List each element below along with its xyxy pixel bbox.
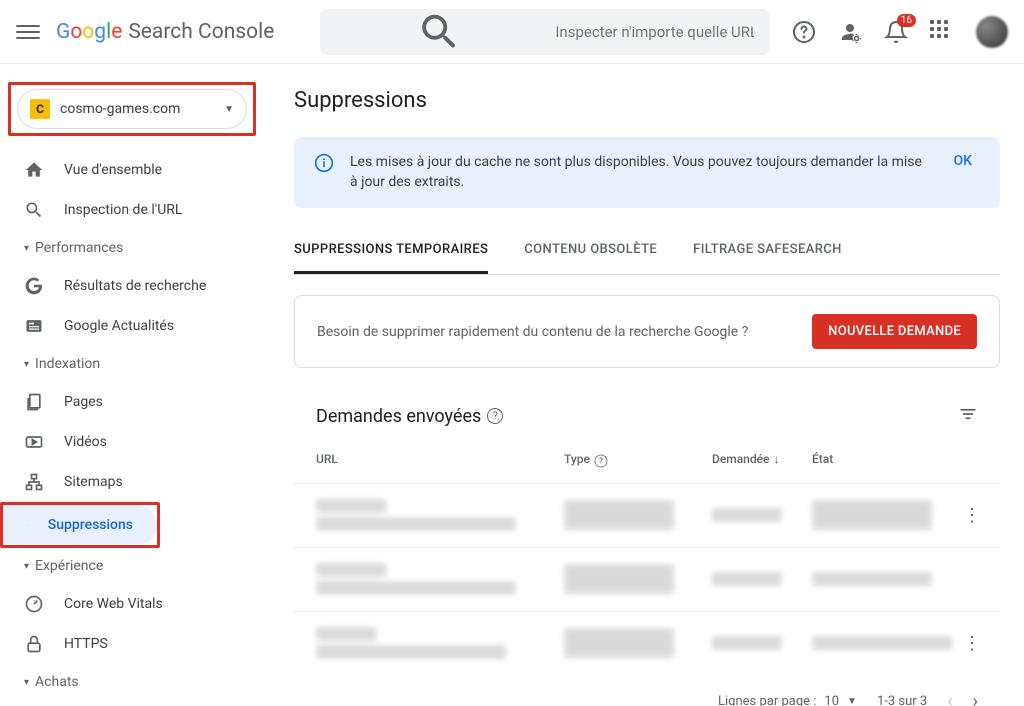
avatar[interactable] (976, 16, 1008, 48)
sidebar-item-shopping-tab[interactable]: Fiches de l'onglet "Shop... (0, 700, 258, 706)
table-footer: Lignes par page : 10 ▼ 1-3 sur 3 ‹ › (294, 675, 1000, 706)
video-icon (24, 432, 44, 452)
column-url[interactable]: URL (316, 452, 564, 469)
row-menu-icon[interactable]: ⋮ (962, 505, 982, 526)
property-favicon: C (30, 99, 50, 119)
sidebar-item-label: Résultats de recherche (64, 278, 206, 294)
header-actions: 16 (792, 16, 1008, 48)
news-icon (24, 316, 44, 336)
table-row[interactable]: ⋮ (294, 611, 1000, 675)
column-type[interactable]: Type ? (564, 452, 712, 469)
column-state[interactable]: État (812, 452, 962, 469)
tabs: SUPPRESSIONS TEMPORAIRES CONTENU OBSOLÈT… (294, 228, 1000, 275)
submitted-requests-header: Demandes envoyées ? (294, 384, 1000, 438)
notifications-icon[interactable]: 16 (884, 20, 908, 44)
home-icon (24, 160, 44, 180)
table-row[interactable] (294, 547, 1000, 611)
sidebar-section-shopping[interactable]: Achats (0, 664, 270, 700)
help-icon[interactable] (792, 20, 816, 44)
google-logo: Google (56, 20, 122, 44)
prev-page-icon: ‹ (947, 691, 952, 706)
menu-icon[interactable] (16, 20, 40, 44)
sidebar-section-performance[interactable]: Performances (0, 230, 270, 266)
info-banner: Les mises à jour du cache ne sont plus d… (294, 137, 1000, 208)
google-g-icon (24, 276, 44, 296)
search-icon (24, 200, 44, 220)
speed-icon (24, 594, 44, 614)
sidebar-section-indexation[interactable]: Indexation (0, 346, 270, 382)
sidebar-item-label: Core Web Vitals (64, 596, 163, 612)
sidebar-item-label: Sitemaps (64, 474, 123, 490)
pagination-nav: ‹ › (947, 691, 978, 706)
filter-icon[interactable] (958, 404, 978, 428)
sidebar-item-google-news[interactable]: Google Actualités (0, 306, 258, 346)
highlight-box-property: C cosmo-games.com ▼ (8, 82, 256, 136)
pages-icon (24, 392, 44, 412)
sidebar-item-label: Inspection de l'URL (64, 202, 182, 218)
logo[interactable]: Google Search Console (56, 20, 274, 44)
banner-text: Les mises à jour du cache ne sont plus d… (350, 153, 930, 192)
search-box[interactable] (320, 9, 770, 55)
sidebar-item-core-web-vitals[interactable]: Core Web Vitals (0, 584, 258, 624)
banner-ok-button[interactable]: OK (946, 153, 981, 169)
tab-safesearch-filtering[interactable]: FILTRAGE SAFESEARCH (693, 228, 842, 274)
sitemap-icon (24, 472, 44, 492)
help-circle-icon[interactable]: ? (595, 454, 608, 467)
product-name: Search Console (128, 20, 274, 44)
sidebar-item-label: Google Actualités (64, 318, 174, 334)
sidebar-item-https[interactable]: HTTPS (0, 624, 258, 664)
sidebar-item-removals[interactable]: Suppressions (3, 505, 157, 545)
pagination-range: 1-3 sur 3 (877, 694, 927, 706)
table-row[interactable]: ⋮ (294, 483, 1000, 547)
notification-badge: 16 (897, 14, 916, 27)
sidebar-item-overview[interactable]: Vue d'ensemble (0, 150, 258, 190)
property-name: cosmo-games.com (60, 101, 214, 117)
sidebar-item-sitemaps[interactable]: Sitemaps (0, 462, 258, 502)
lock-icon (24, 634, 44, 654)
visibility-off-icon (27, 515, 28, 535)
sidebar-item-search-results[interactable]: Résultats de recherche (0, 266, 258, 306)
section-title: Demandes envoyées ? (316, 406, 503, 427)
highlight-box-removals: Suppressions (0, 502, 160, 548)
prompt-text: Besoin de supprimer rapidement du conten… (317, 324, 748, 340)
chevron-down-icon: ▼ (847, 696, 857, 706)
next-page-icon[interactable]: › (973, 691, 978, 706)
help-circle-icon[interactable]: ? (487, 408, 503, 424)
sidebar: C cosmo-games.com ▼ Vue d'ensemble Inspe… (0, 64, 270, 706)
sidebar-item-label: Vue d'ensemble (64, 162, 162, 178)
header: Google Search Console 16 (0, 0, 1024, 64)
sidebar-item-label: Suppressions (48, 517, 133, 533)
tab-outdated-content[interactable]: CONTENU OBSOLÈTE (524, 228, 657, 274)
new-request-button[interactable]: NOUVELLE DEMANDE (812, 314, 977, 349)
column-requested[interactable]: Demandée↓ (712, 452, 812, 469)
tab-temporary-removals[interactable]: SUPPRESSIONS TEMPORAIRES (294, 228, 488, 274)
sidebar-item-url-inspection[interactable]: Inspection de l'URL (0, 190, 258, 230)
page-title: Suppressions (294, 88, 1000, 113)
sidebar-item-label: HTTPS (64, 636, 108, 652)
new-request-card: Besoin de supprimer rapidement du conten… (294, 295, 1000, 368)
main-content: Suppressions Les mises à jour du cache n… (270, 64, 1024, 706)
table-header: URL Type ? Demandée↓ État (294, 438, 1000, 483)
search-input[interactable] (543, 23, 754, 41)
sidebar-item-videos[interactable]: Vidéos (0, 422, 258, 462)
search-icon (336, 9, 543, 55)
user-settings-icon[interactable] (838, 20, 862, 44)
chevron-down-icon: ▼ (224, 104, 234, 115)
sidebar-item-pages[interactable]: Pages (0, 382, 258, 422)
sort-down-icon: ↓ (773, 452, 779, 466)
rows-per-page[interactable]: Lignes par page : 10 ▼ (718, 694, 857, 706)
property-selector[interactable]: C cosmo-games.com ▼ (17, 89, 247, 129)
sidebar-item-label: Pages (64, 394, 103, 410)
sidebar-section-experience[interactable]: Expérience (0, 548, 270, 584)
apps-icon[interactable] (930, 20, 954, 44)
sidebar-item-label: Vidéos (64, 434, 107, 450)
info-icon (314, 153, 334, 173)
row-menu-icon[interactable]: ⋮ (962, 633, 982, 654)
